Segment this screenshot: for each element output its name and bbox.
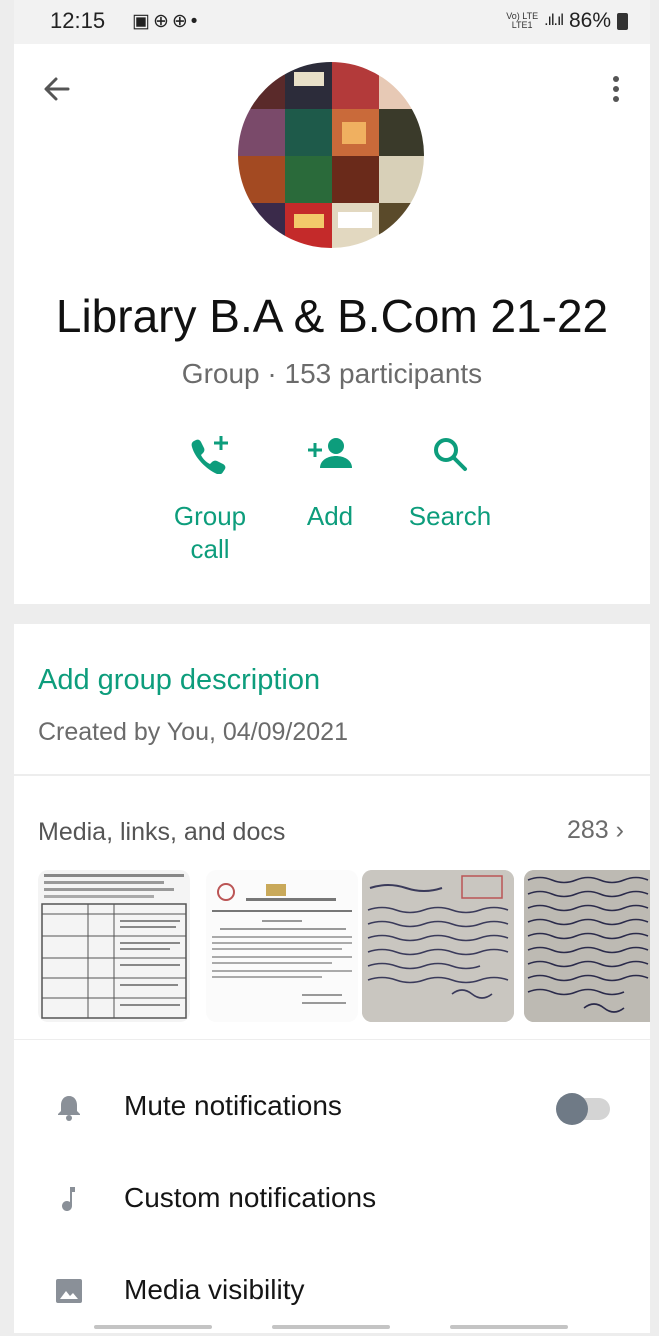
media-visibility-label: Media visibility	[124, 1274, 305, 1305]
group-call-button[interactable]: Group call	[150, 434, 270, 566]
music-note-icon	[62, 1187, 75, 1211]
image-icon	[56, 1279, 82, 1303]
created-by-text: Created by You, 04/09/2021	[38, 718, 348, 746]
handwritten-page-image	[524, 870, 650, 1022]
back-button[interactable]	[40, 72, 74, 106]
media-count-link[interactable]: 283 ›	[567, 816, 624, 845]
search-button[interactable]: Search	[390, 434, 510, 533]
nav-back-button[interactable]	[450, 1325, 568, 1329]
book-collage-image	[238, 62, 424, 248]
group-name: Library B.A & B.Com 21-22	[55, 290, 609, 342]
status-right: Vo) LTE LTE1 .ıl.ıl 86%	[506, 9, 628, 33]
notification-icons: ▣⊕⊕•	[132, 11, 201, 32]
search-label: Search	[408, 501, 492, 531]
add-person-icon	[308, 438, 352, 468]
signal-icon: .ıl.ıl	[544, 12, 564, 29]
media-thumbnail[interactable]	[524, 870, 650, 1022]
media-thumbnail[interactable]	[206, 870, 358, 1022]
chevron-right-icon: ›	[615, 816, 624, 844]
handwritten-note-image	[362, 870, 514, 1022]
media-count: 283	[567, 816, 609, 844]
group-call-label: Group call	[173, 501, 247, 564]
group-participants: Group · 153 participants	[181, 358, 483, 389]
system-nav-bar	[14, 1320, 650, 1333]
group-call-icon	[191, 436, 228, 474]
media-section: Media, links, and docs 283 ›	[14, 776, 650, 1039]
media-thumbnail[interactable]	[38, 870, 190, 1022]
group-avatar[interactable]	[238, 62, 424, 248]
add-label: Add	[306, 501, 354, 531]
custom-notifications-label: Custom notifications	[124, 1182, 377, 1213]
custom-notifications-row[interactable]: Custom notifications	[14, 1154, 650, 1244]
group-description-section: Add group description Created by You, 04…	[14, 624, 650, 774]
bell-icon	[58, 1096, 80, 1121]
media-thumbnail[interactable]	[362, 870, 514, 1022]
nav-home-button[interactable]	[272, 1325, 390, 1329]
media-title[interactable]: Media, links, and docs	[38, 818, 285, 847]
mute-notifications-row[interactable]: Mute notifications	[14, 1062, 650, 1152]
document-letter-image	[212, 883, 352, 1004]
status-time: 12:15	[50, 8, 106, 33]
mute-notifications-label: Mute notifications	[124, 1090, 342, 1121]
battery-level: 86%	[568, 9, 611, 32]
add-group-description-link[interactable]: Add group description	[38, 664, 320, 697]
nav-recent-button[interactable]	[94, 1325, 212, 1329]
more-options-button[interactable]	[606, 72, 626, 106]
status-bar: 12:15 ▣⊕⊕• Vo) LTE LTE1 .ıl.ıl 86%	[14, 0, 650, 44]
battery-icon	[617, 12, 628, 30]
network-icon: Vo) LTE LTE1	[506, 11, 539, 30]
search-icon	[434, 438, 467, 471]
mute-notifications-toggle[interactable]	[556, 1093, 610, 1125]
back-arrow-icon	[44, 77, 70, 101]
group-header: Library B.A & B.Com 21-22 Group · 153 pa…	[14, 44, 650, 604]
add-participant-button[interactable]: Add	[270, 434, 390, 533]
more-vert-icon	[613, 76, 619, 102]
document-table-image	[41, 874, 187, 1019]
toggle-knob	[556, 1093, 588, 1125]
settings-section: Mute notifications Custom notifications …	[14, 1040, 650, 1333]
